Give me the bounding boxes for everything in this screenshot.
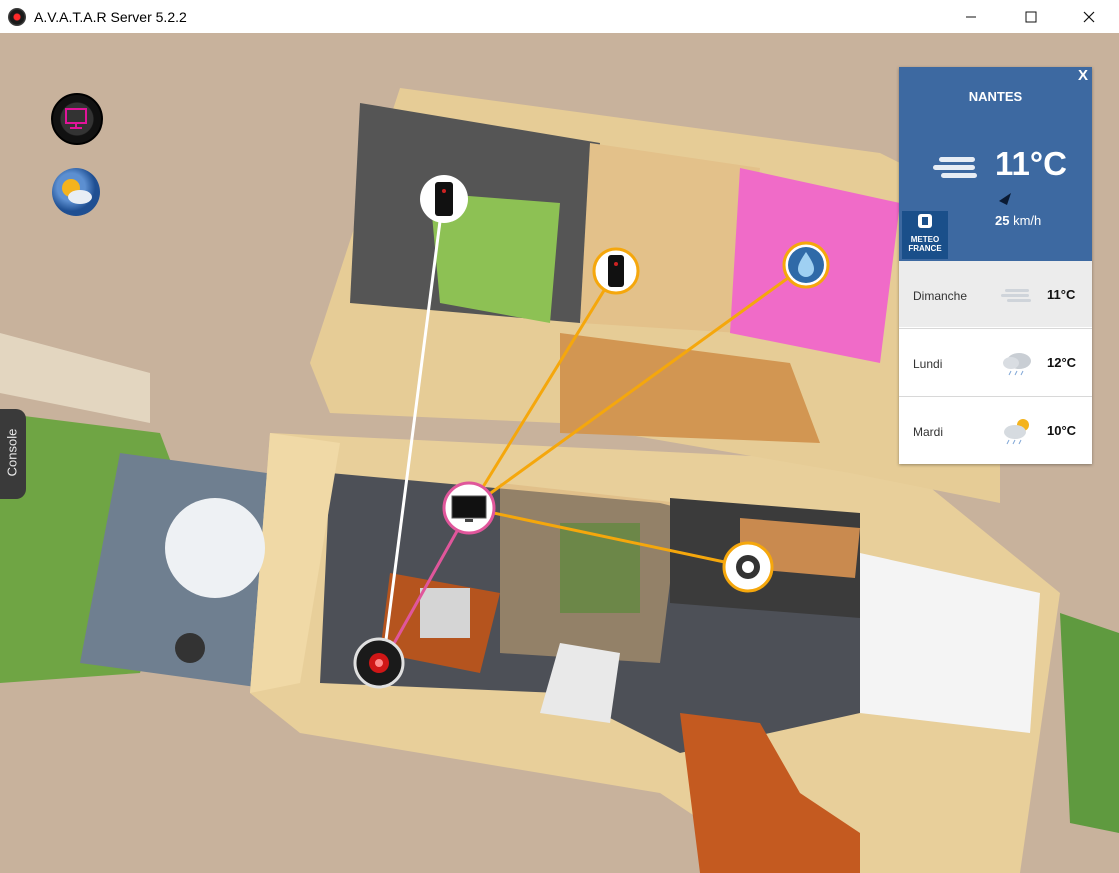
- forecast-temp: 10°C: [1047, 423, 1077, 438]
- forecast-row-2: Lundi 12°C: [899, 328, 1092, 395]
- wind-unit: km/h: [1013, 213, 1042, 228]
- current-temperature: 11°C: [995, 145, 1067, 182]
- house-3d-view: Console NANTES X 11°C 25 km/h METEO FRAN…: [0, 33, 1119, 873]
- meteo-logo-text: METEO FRANCE: [908, 235, 942, 253]
- wind-readout: 25 km/h: [995, 213, 1041, 228]
- window-title: A.V.A.T.A.R Server 5.2.2: [34, 8, 187, 25]
- weather-close-button[interactable]: X: [1078, 67, 1088, 84]
- maximize-icon: [1025, 11, 1037, 22]
- rain-cloud-icon: [1003, 353, 1031, 376]
- close-button[interactable]: [1066, 0, 1112, 33]
- forecast-row-3: Mardi 10°C: [899, 396, 1092, 463]
- phone-device-icon-2[interactable]: [592, 247, 640, 295]
- console-tab-label: Console: [4, 428, 20, 477]
- wind-direction-icon: [999, 193, 1011, 205]
- minimize-button[interactable]: [948, 0, 994, 33]
- avatar-hal-icon[interactable]: [353, 637, 405, 689]
- fog-icon: [933, 157, 977, 178]
- weather-city: NANTES: [968, 89, 1023, 104]
- screen-icon-button[interactable]: [51, 93, 103, 145]
- forecast-row-1: Dimanche 11°C: [899, 261, 1092, 327]
- console-tab[interactable]: Console: [0, 409, 26, 499]
- maximize-button[interactable]: [1008, 0, 1054, 33]
- water-sensor-icon[interactable]: [782, 241, 830, 289]
- close-icon: [1083, 11, 1095, 22]
- forecast-temp: 11°C: [1047, 287, 1076, 302]
- forecast-day: Dimanche: [913, 289, 968, 303]
- app-icon: [8, 7, 26, 26]
- weather-panel: NANTES X 11°C 25 km/h METEO FRANCE Diman…: [899, 67, 1092, 464]
- forecast-day: Lundi: [913, 357, 943, 371]
- wind-speed: 25: [995, 213, 1010, 228]
- forecast-day: Mardi: [913, 425, 944, 439]
- minimize-icon: [966, 16, 976, 17]
- fog-icon: [1001, 289, 1031, 302]
- tv-device-icon[interactable]: [442, 481, 496, 535]
- meteo-logo-mark: [918, 214, 932, 228]
- coffee-machine-icon[interactable]: [722, 541, 774, 593]
- forecast-temp: 12°C: [1047, 355, 1077, 370]
- meteo-france-logo: METEO FRANCE: [902, 211, 948, 259]
- phone-device-icon[interactable]: [418, 173, 470, 225]
- monitor-icon: [65, 108, 87, 129]
- weather-widget-button[interactable]: [52, 168, 100, 216]
- title-bar: A.V.A.T.A.R Server 5.2.2: [0, 0, 1119, 33]
- sun-cloud-icon: [62, 179, 92, 204]
- sun-rain-icon: [1004, 419, 1029, 445]
- weather-current: NANTES X 11°C 25 km/h METEO FRANCE: [899, 67, 1092, 261]
